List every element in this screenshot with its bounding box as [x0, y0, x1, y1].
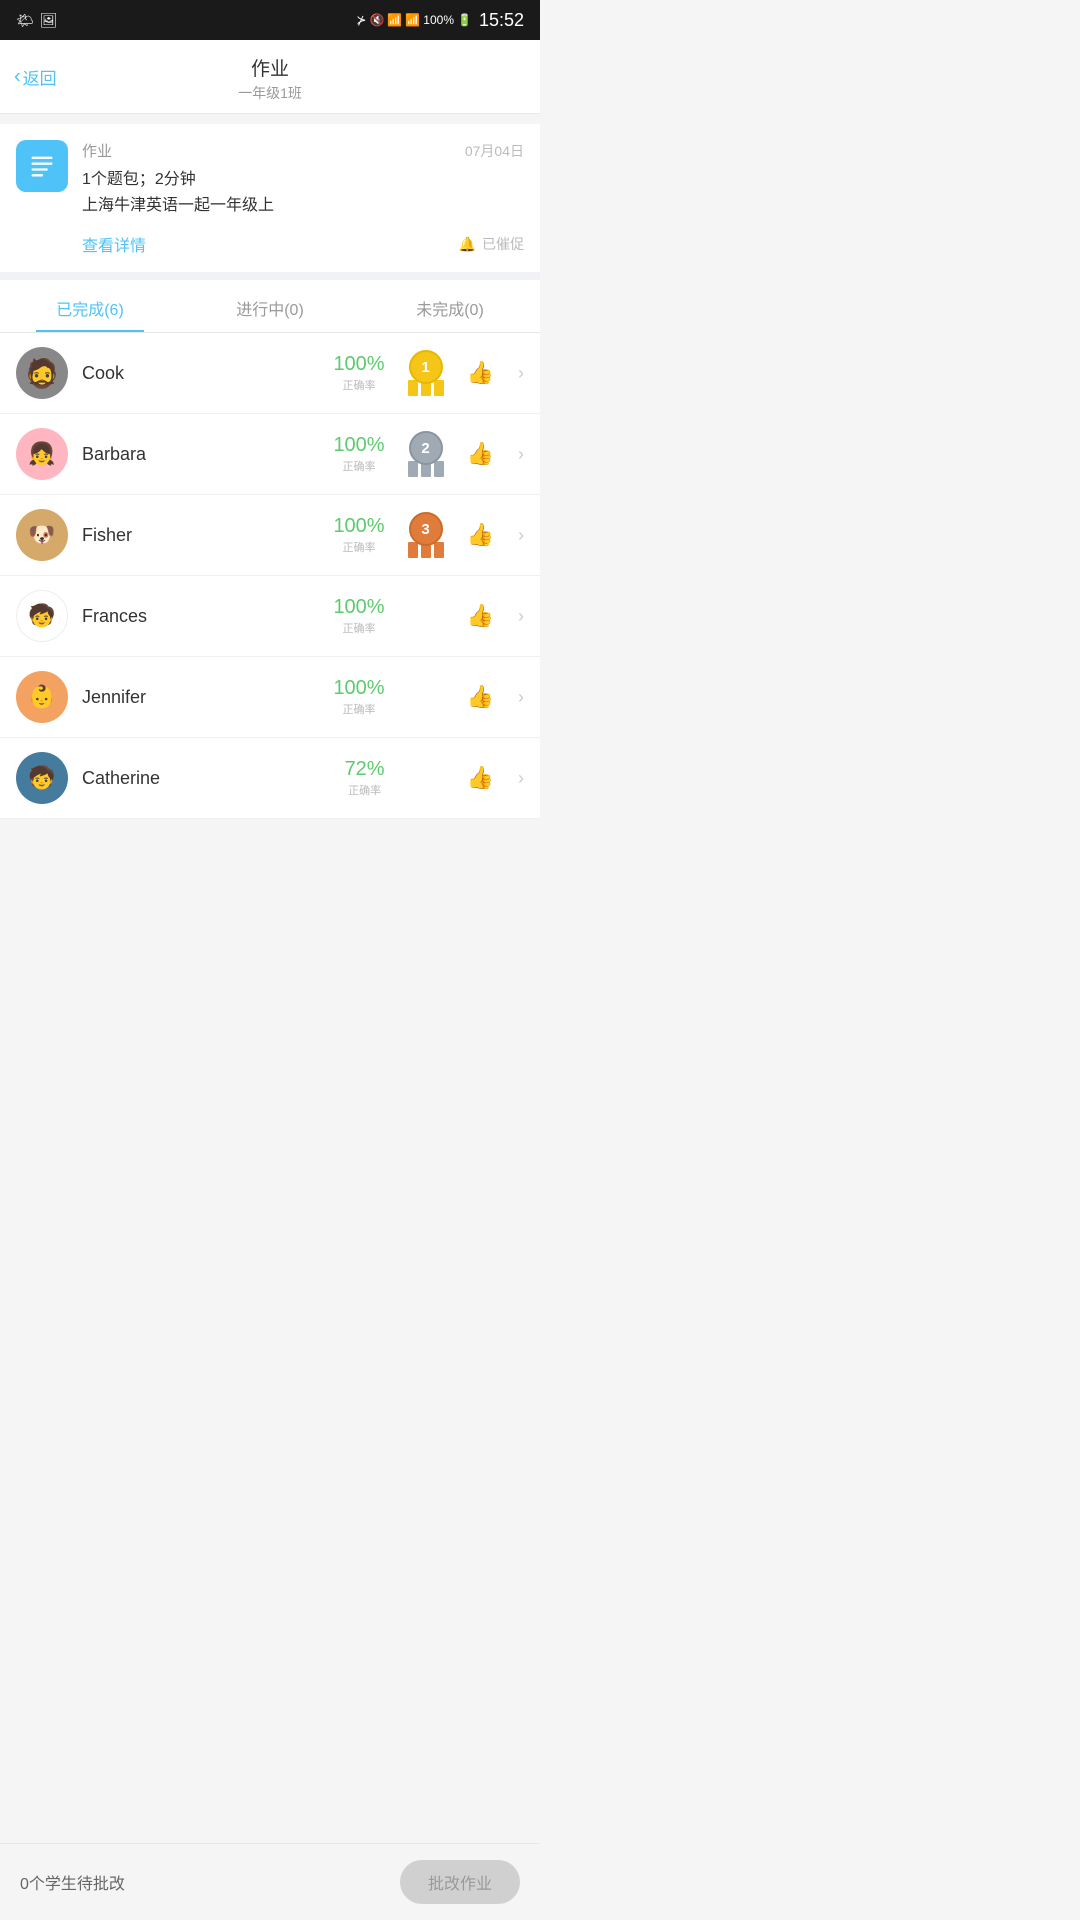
score-area: 100% 正确率	[333, 677, 384, 717]
assignment-desc2: 上海牛津英语一起一年级上	[82, 193, 524, 219]
status-bar: 🌤 🖼 ⊁ 🔇 📶 📶 100% 🔋 15:52	[0, 0, 540, 40]
footer-bar: 0个学生待批改 批改作业	[0, 1843, 540, 1920]
score-label: 正确率	[333, 377, 384, 393]
student-row[interactable]: 🧒 Catherine 72% 正确率 👍 ›	[0, 738, 540, 819]
score-value: 100%	[333, 353, 384, 376]
notify-label: 已催促	[482, 234, 524, 254]
like-button[interactable]: 👍	[467, 360, 494, 386]
student-row[interactable]: 🐶 Fisher 100% 正确率 3 👍 ›	[0, 495, 540, 576]
assignment-icon	[16, 140, 68, 192]
student-row[interactable]: 🧒 Frances 100% 正确率 👍 ›	[0, 576, 540, 657]
avatar: 🐶	[16, 509, 68, 561]
student-name: Frances	[82, 606, 319, 627]
score-label: 正确率	[333, 458, 384, 474]
avatar: 👶	[16, 671, 68, 723]
page-title: 作业	[0, 54, 540, 81]
assignment-desc1: 1个题包；2分钟	[82, 167, 524, 193]
back-chevron-icon: ‹	[14, 65, 21, 88]
section-divider	[0, 272, 540, 280]
assignment-header-row: 作业 07月04日	[82, 140, 524, 161]
page-subtitle: 一年级1班	[0, 83, 540, 103]
student-name: Fisher	[82, 525, 319, 546]
like-button[interactable]: 👍	[467, 441, 494, 467]
score-label: 正确率	[333, 620, 384, 636]
student-name: Barbara	[82, 444, 319, 465]
tab-completed[interactable]: 已完成(6)	[0, 280, 180, 332]
chevron-right-icon: ›	[518, 444, 524, 465]
score-value: 100%	[333, 596, 384, 619]
medal-bronze: 3	[407, 512, 445, 558]
chevron-right-icon: ›	[518, 606, 524, 627]
status-right-icons: ⊁ 🔇 📶 📶 100% 🔋 15:52	[356, 10, 524, 31]
view-detail-link[interactable]: 查看详情	[82, 232, 146, 256]
score-value: 100%	[333, 515, 384, 538]
chevron-right-icon: ›	[518, 363, 524, 384]
student-row[interactable]: 🧔 Cook 100% 正确率 1 👍 ›	[0, 333, 540, 414]
avatar: 🧔	[16, 347, 68, 399]
tab-bar: 已完成(6) 进行中(0) 未完成(0)	[0, 280, 540, 333]
score-label: 正确率	[333, 539, 384, 555]
mute-icon: 🔇	[369, 13, 384, 27]
avatar: 🧒	[16, 590, 68, 642]
battery-icon: 🔋	[457, 13, 472, 27]
student-list: 🧔 Cook 100% 正确率 1 👍 › 👧 Barbara 100% 正确率…	[0, 333, 540, 819]
score-value: 100%	[333, 434, 384, 457]
medal-gold: 1	[407, 350, 445, 396]
avatar: 🧒	[16, 752, 68, 804]
assignment-date: 07月04日	[465, 141, 524, 161]
back-label: 返回	[23, 64, 57, 89]
empty-space	[0, 819, 540, 899]
score-value: 72%	[345, 758, 385, 781]
pending-students-text: 0个学生待批改	[20, 1870, 125, 1894]
score-area: 100% 正确率	[333, 596, 384, 636]
weather-icon: 🌤	[16, 12, 34, 29]
like-button[interactable]: 👍	[467, 684, 494, 710]
score-area: 72% 正确率	[345, 758, 385, 798]
assignment-card: 作业 07月04日 1个题包；2分钟 上海牛津英语一起一年级上 查看详情 🔔 已…	[0, 124, 540, 272]
student-name: Jennifer	[82, 687, 319, 708]
signal-icon: 📶	[405, 13, 420, 27]
chevron-right-icon: ›	[518, 687, 524, 708]
student-name: Catherine	[82, 768, 331, 789]
student-row[interactable]: 👧 Barbara 100% 正确率 2 👍 ›	[0, 414, 540, 495]
bell-icon: 🔔	[459, 236, 476, 253]
student-name: Cook	[82, 363, 319, 384]
bluetooth-icon: ⊁	[356, 13, 366, 27]
grade-homework-button[interactable]: 批改作业	[400, 1860, 520, 1904]
assignment-type-label: 作业	[82, 140, 112, 161]
score-value: 100%	[333, 677, 384, 700]
chevron-right-icon: ›	[518, 768, 524, 789]
student-row[interactable]: 👶 Jennifer 100% 正确率 👍 ›	[0, 657, 540, 738]
tab-inprogress[interactable]: 进行中(0)	[180, 280, 360, 332]
like-button[interactable]: 👍	[467, 522, 494, 548]
score-area: 100% 正确率	[333, 515, 384, 555]
notify-area: 🔔 已催促	[459, 234, 524, 254]
tab-incomplete[interactable]: 未完成(0)	[360, 280, 540, 332]
image-icon: 🖼	[40, 12, 58, 29]
score-area: 100% 正确率	[333, 434, 384, 474]
score-area: 100% 正确率	[333, 353, 384, 393]
score-label: 正确率	[333, 701, 384, 717]
back-button[interactable]: ‹ 返回	[14, 64, 57, 89]
page-header: ‹ 返回 作业 一年级1班	[0, 40, 540, 114]
status-left-icons: 🌤 🖼	[16, 12, 58, 29]
like-button[interactable]: 👍	[467, 765, 494, 791]
medal-silver: 2	[407, 431, 445, 477]
score-label: 正确率	[345, 782, 385, 798]
wifi-icon: 📶	[387, 13, 402, 27]
avatar: 👧	[16, 428, 68, 480]
time-display: 15:52	[479, 10, 524, 31]
battery-text: 100%	[423, 13, 454, 27]
assignment-footer: 查看详情 🔔 已催促	[82, 232, 524, 256]
chevron-right-icon: ›	[518, 525, 524, 546]
assignment-info: 作业 07月04日 1个题包；2分钟 上海牛津英语一起一年级上 查看详情 🔔 已…	[82, 140, 524, 256]
like-button[interactable]: 👍	[467, 603, 494, 629]
